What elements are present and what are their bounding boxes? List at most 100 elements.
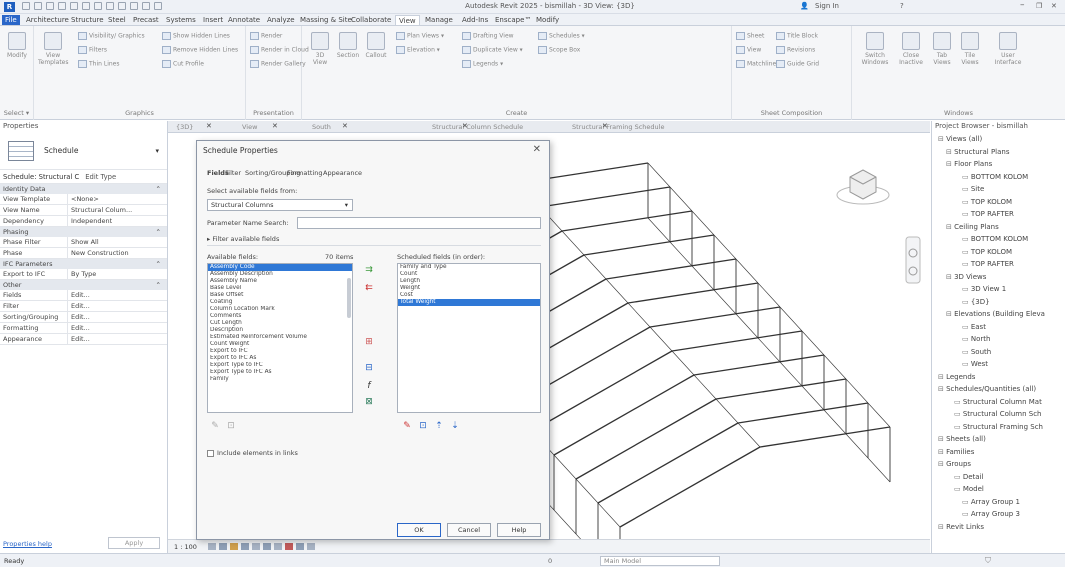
- show-hidden-lines-button[interactable]: Show Hidden Lines: [162, 32, 230, 40]
- expand-icon[interactable]: ⊟: [938, 373, 946, 381]
- edit-scheduled-icon[interactable]: ✎: [401, 421, 413, 431]
- view-icon[interactable]: ▭: [954, 485, 963, 493]
- include-links-checkbox[interactable]: [207, 449, 214, 457]
- available-field-item[interactable]: Export to IFC As: [208, 355, 352, 362]
- title-block-button[interactable]: Title Block: [776, 32, 818, 40]
- modify-button[interactable]: Modify: [4, 32, 30, 59]
- render-button[interactable]: Render: [250, 32, 282, 40]
- instance-selector[interactable]: Schedule: Structural C: [3, 170, 79, 183]
- expand-icon[interactable]: ⊟: [938, 135, 946, 143]
- close-tab-icon[interactable]: ✕: [462, 122, 468, 130]
- property-group-header[interactable]: IFC Parameters ⌃: [0, 259, 167, 269]
- view-control-icons[interactable]: [208, 543, 315, 550]
- scheduled-field-item[interactable]: Weight: [398, 285, 540, 292]
- view-tab[interactable]: {3D}: [172, 122, 197, 132]
- property-value[interactable]: Edit...: [68, 290, 167, 300]
- switch-windows-button[interactable]: Switch Windows: [858, 32, 892, 66]
- available-field-item[interactable]: Assembly Code: [208, 264, 352, 271]
- ribbon-tab-manage[interactable]: Manage: [422, 15, 456, 25]
- matchline-button[interactable]: Matchline: [736, 60, 776, 68]
- ribbon-tab-analyze[interactable]: Analyze: [264, 15, 298, 25]
- legends-button[interactable]: Legends ▾: [462, 60, 503, 68]
- user-interface-button[interactable]: User Interface: [990, 32, 1026, 66]
- browser-tree-item[interactable]: ▭ West: [962, 360, 988, 368]
- filter-expander[interactable]: ▸ Filter available fields: [207, 235, 279, 243]
- available-field-item[interactable]: Export Type to IFC: [208, 362, 352, 369]
- expand-icon[interactable]: ⊟: [946, 148, 954, 156]
- view-icon[interactable]: ▭: [962, 498, 971, 506]
- thin-lines-button[interactable]: Thin Lines: [78, 60, 119, 68]
- browser-tree-item[interactable]: ▭ 3D View 1: [962, 285, 1006, 293]
- scheduled-fields-list[interactable]: Family and Type Count Length Weight Cost Tota…: [397, 263, 541, 413]
- ribbon-tab-structure[interactable]: Structure: [68, 15, 107, 25]
- available-field-item[interactable]: Base Offset: [208, 292, 352, 299]
- scope-box-button[interactable]: Scope Box: [538, 46, 580, 54]
- browser-tree-item[interactable]: ▭ South: [962, 348, 991, 356]
- browser-tree-item[interactable]: ⊟ Schedules/Quantities (all): [938, 385, 1036, 393]
- combine-parameters-icon[interactable]: ⊠: [363, 397, 375, 407]
- available-field-item[interactable]: Coating: [208, 299, 352, 306]
- browser-tree-item[interactable]: ▭ TOP KOLOM: [962, 198, 1012, 206]
- available-field-item[interactable]: Column Location Mark: [208, 306, 352, 313]
- available-fields-list[interactable]: Assembly Code Assembly Description Assembl…: [207, 263, 353, 413]
- browser-tree-item[interactable]: ▭ East: [962, 323, 986, 331]
- browser-tree-item[interactable]: ▭ TOP KOLOM: [962, 248, 1012, 256]
- browser-tree-item[interactable]: ▭ Detail: [954, 473, 983, 481]
- available-field-item[interactable]: Estimated Reinforcement Volume: [208, 334, 352, 341]
- view-icon[interactable]: ▭: [962, 248, 971, 256]
- property-value[interactable]: Edit...: [68, 301, 167, 311]
- dialog-tab-filter[interactable]: Filter: [225, 169, 241, 177]
- browser-tree-item[interactable]: ⊟ Elevations (Building Eleva: [946, 310, 1045, 318]
- available-field-item[interactable]: Assembly Description: [208, 271, 352, 278]
- browser-tree-item[interactable]: ▭ Site: [962, 185, 984, 193]
- expand-icon[interactable]: ⊟: [946, 223, 954, 231]
- property-value[interactable]: Edit...: [68, 312, 167, 322]
- sign-in-label[interactable]: Sign In: [815, 2, 839, 10]
- schedules-button[interactable]: Schedules ▾: [538, 32, 585, 40]
- view-icon[interactable]: ▭: [962, 173, 971, 181]
- remove-field-icon[interactable]: ⇇: [363, 283, 375, 293]
- available-field-item[interactable]: Count Weight: [208, 341, 352, 348]
- dialog-tab-formatting[interactable]: Formatting: [287, 169, 323, 177]
- elevation-button[interactable]: Elevation ▾: [396, 46, 440, 54]
- available-field-item[interactable]: Export Type to IFC As: [208, 369, 352, 376]
- browser-tree-item[interactable]: ⊟ Views (all): [938, 135, 982, 143]
- view-icon[interactable]: ▭: [962, 323, 971, 331]
- view-tab[interactable]: Structural Framing Schedule: [568, 122, 668, 132]
- browser-tree-item[interactable]: ⊟ Revit Links: [938, 523, 984, 531]
- browser-tree-item[interactable]: ▭ TOP RAFTER: [962, 260, 1014, 268]
- property-group-header[interactable]: Phasing ⌃: [0, 227, 167, 237]
- view-icon[interactable]: ▭: [954, 423, 963, 431]
- add-field-icon[interactable]: ⇉: [363, 265, 375, 275]
- 3d-view-button[interactable]: 3D View: [308, 32, 332, 66]
- drafting-view-button[interactable]: Drafting View: [462, 32, 514, 40]
- cancel-button[interactable]: Cancel: [447, 523, 491, 537]
- browser-tree-item[interactable]: ⊟ Sheets (all): [938, 435, 986, 443]
- ribbon-tab-architecture[interactable]: Architecture: [23, 15, 72, 25]
- available-field-item[interactable]: Family: [208, 376, 352, 383]
- view-icon[interactable]: ▭: [962, 298, 971, 306]
- ribbon-tab-steel[interactable]: Steel: [105, 15, 129, 25]
- expand-icon[interactable]: ⊟: [946, 160, 954, 168]
- available-field-item[interactable]: Assembly Name: [208, 278, 352, 285]
- view-icon[interactable]: ▭: [954, 410, 963, 418]
- ribbon-tab-annotate[interactable]: Annotate: [225, 15, 263, 25]
- parameter-search-input[interactable]: [297, 217, 541, 229]
- browser-tree-item[interactable]: ▭ Structural Column Mat: [954, 398, 1042, 406]
- include-links-row[interactable]: Include elements in links: [207, 449, 298, 457]
- browser-tree-item[interactable]: ▭ BOTTOM KOLOM: [962, 173, 1028, 181]
- expand-icon[interactable]: ⊟: [938, 460, 946, 468]
- select-caption[interactable]: Select ▾: [0, 109, 33, 117]
- tile-views-button[interactable]: Tile Views: [958, 32, 982, 66]
- quick-access-icons[interactable]: [22, 2, 182, 12]
- viewcube[interactable]: [836, 169, 890, 205]
- view-icon[interactable]: ▭: [962, 260, 971, 268]
- browser-tree-item[interactable]: ▭ BOTTOM KOLOM: [962, 235, 1028, 243]
- ribbon-tab-massing-site[interactable]: Massing & Site: [297, 15, 355, 25]
- close-tab-icon[interactable]: ✕: [602, 122, 608, 130]
- property-value[interactable]: New Construction: [68, 248, 167, 258]
- view-tab[interactable]: View: [238, 122, 261, 132]
- render-gallery-button[interactable]: Render Gallery: [250, 60, 306, 68]
- help-button[interactable]: Help: [497, 523, 541, 537]
- section-button[interactable]: Section: [336, 32, 360, 59]
